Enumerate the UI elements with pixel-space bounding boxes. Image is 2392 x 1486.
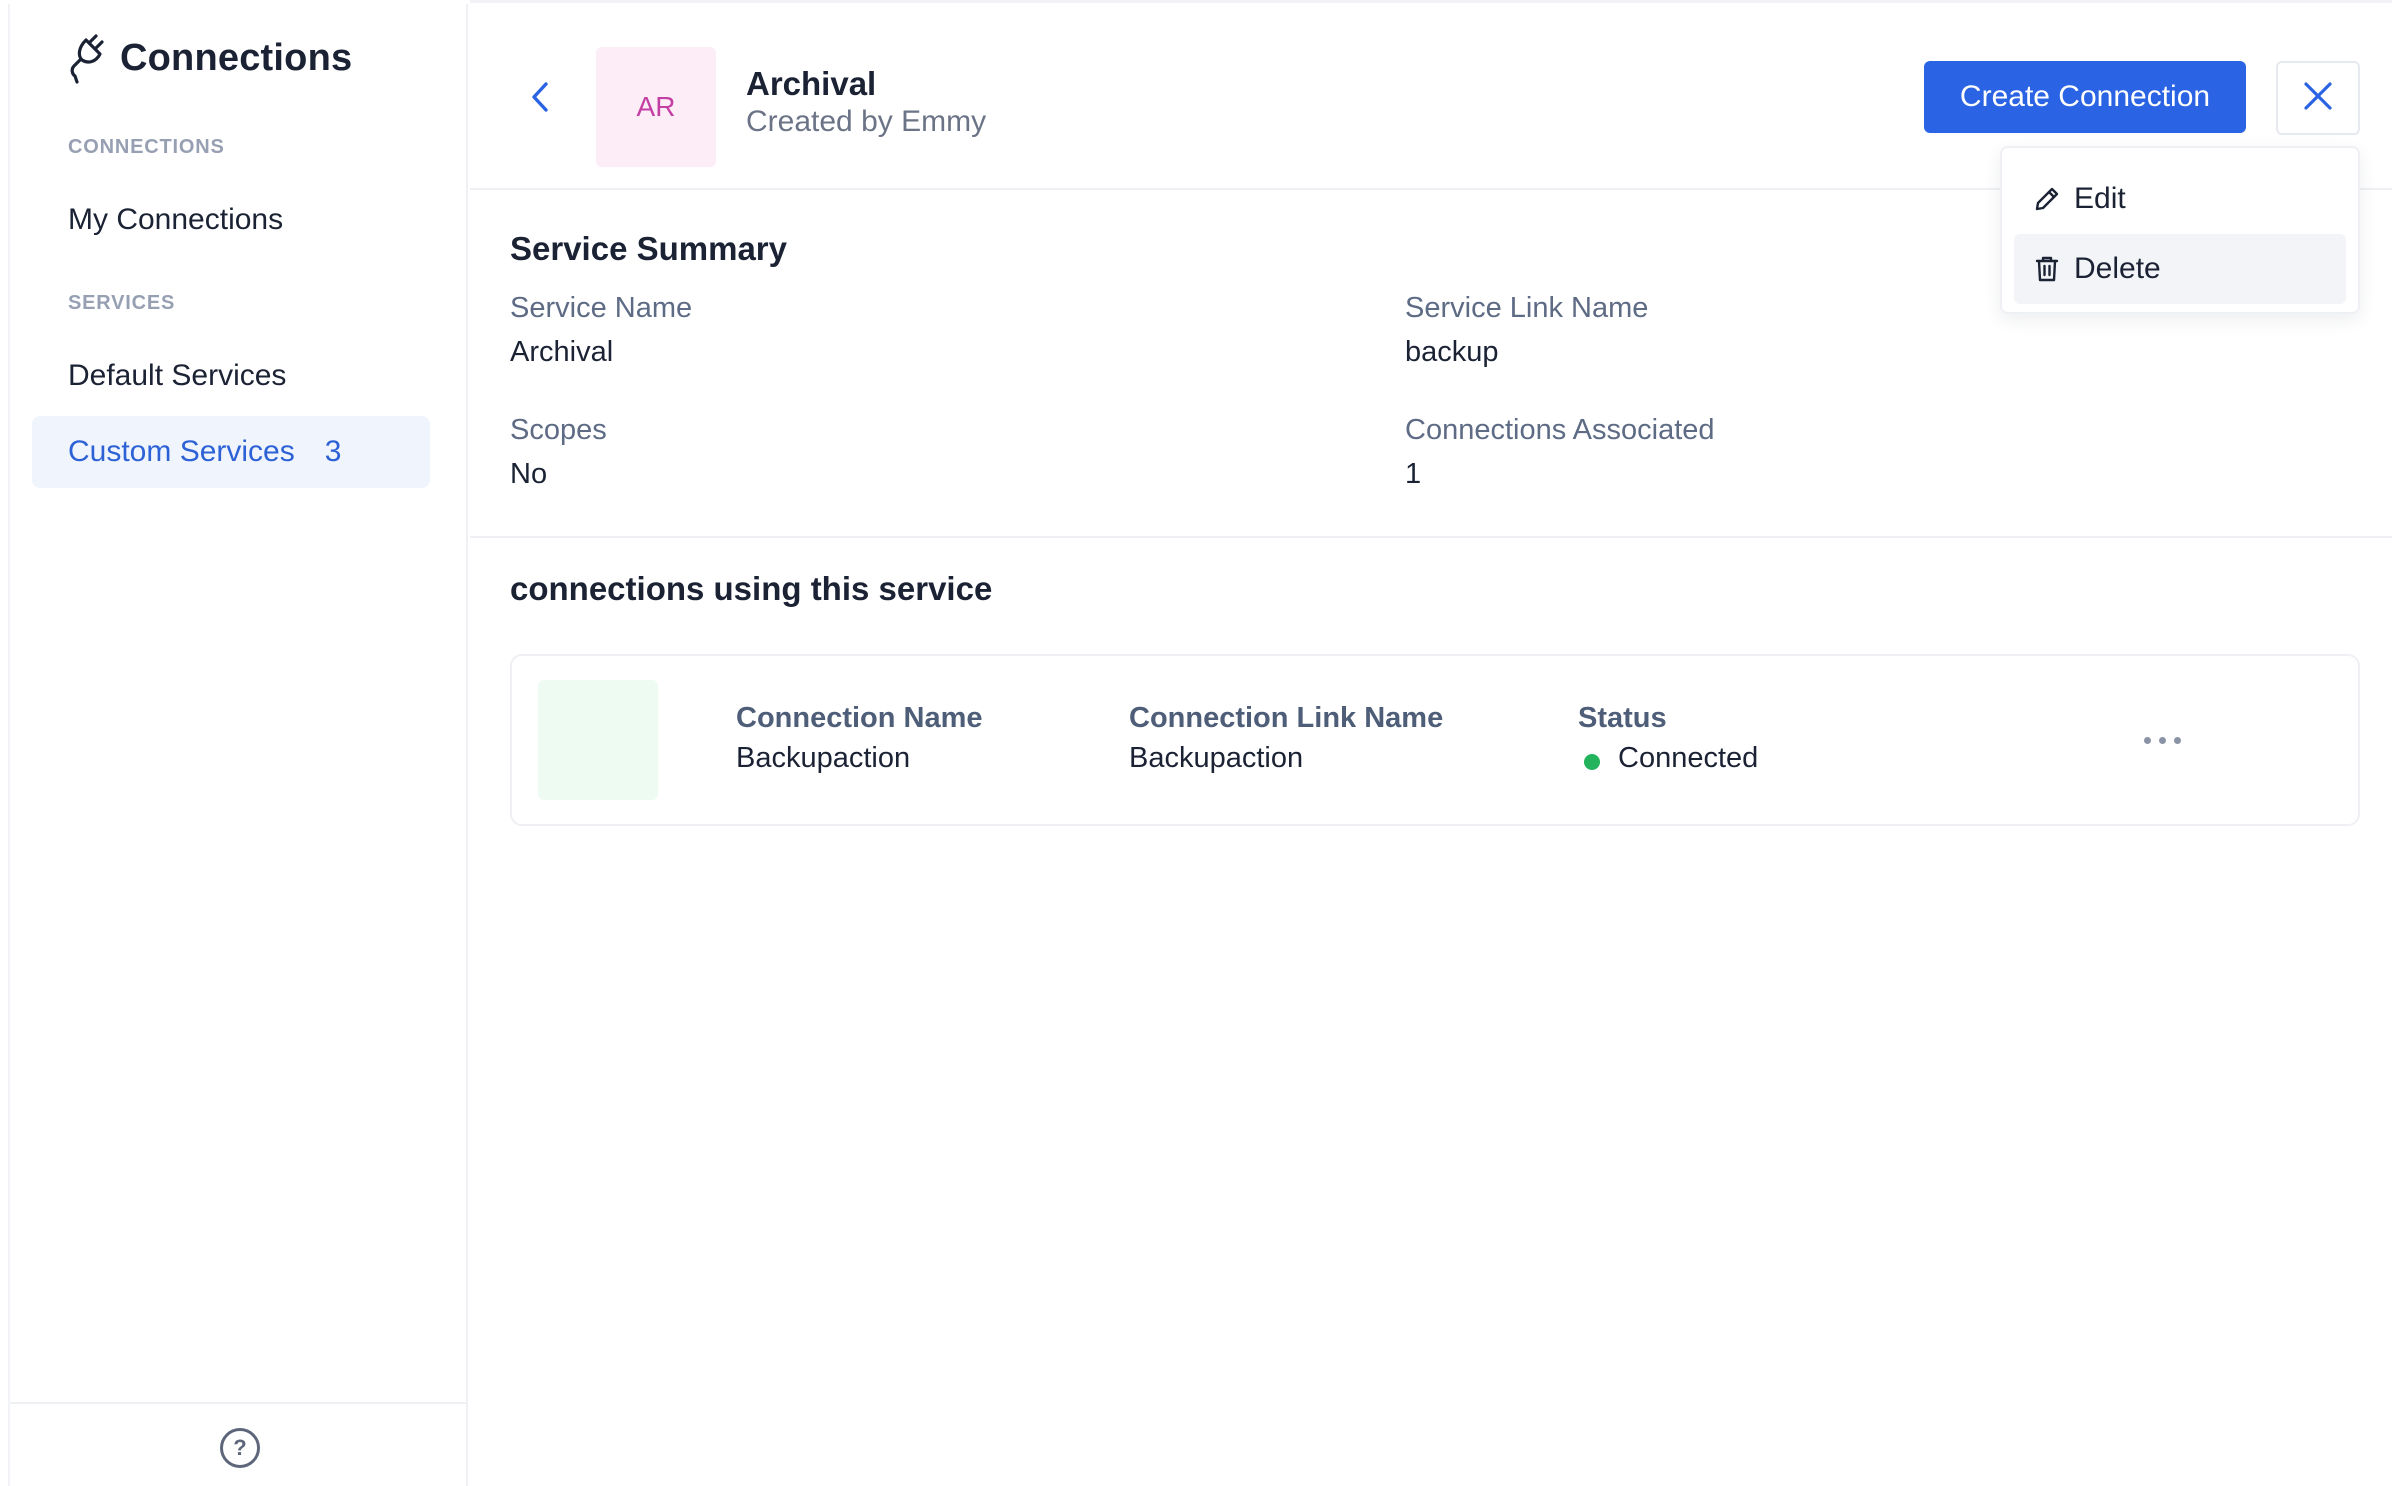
sidebar-header: Connections [66, 28, 352, 88]
connection-status: Connected [1618, 742, 1759, 774]
close-icon [2303, 81, 2333, 116]
more-options-button[interactable] [2132, 720, 2192, 760]
column-label-connection-link-name: Connection Link Name [1129, 702, 1444, 734]
field-label-scopes: Scopes [510, 414, 607, 446]
sidebar-footer: ? [10, 1402, 468, 1486]
close-button[interactable] [2276, 61, 2360, 135]
app-root: Connections CONNECTIONS My Connections S… [0, 0, 2392, 1486]
connection-link-name: Backupaction [1129, 742, 1304, 774]
create-connection-button[interactable]: Create Connection [1924, 61, 2246, 133]
menu-item-label: Delete [2074, 252, 2161, 285]
sidebar-item-label: Default Services [68, 359, 287, 392]
connections-section-title: connections using this service [510, 570, 993, 607]
field-label-service-link-name: Service Link Name [1405, 292, 1649, 324]
sidebar: Connections CONNECTIONS My Connections S… [8, 4, 468, 1486]
column-label-connection-name: Connection Name [736, 702, 983, 734]
sidebar-item-default-services[interactable]: Default Services [32, 340, 430, 412]
status-dot-icon [1584, 754, 1600, 770]
pencil-icon [2032, 184, 2062, 214]
sidebar-item-my-connections[interactable]: My Connections [32, 184, 430, 256]
service-summary-title: Service Summary [510, 230, 788, 267]
field-label-connections-associated: Connections Associated [1405, 414, 1715, 446]
field-value-service-name: Archival [510, 336, 614, 368]
connection-name: Backupaction [736, 742, 911, 774]
custom-services-count-badge: 3 [324, 435, 342, 468]
connection-card[interactable]: Connection Name Backupaction Connection … [510, 654, 2360, 826]
section-label-connections: CONNECTIONS [68, 136, 225, 158]
sidebar-item-label: My Connections [68, 203, 284, 236]
menu-item-delete[interactable]: Delete [2014, 234, 2346, 304]
dot-icon [2173, 736, 2181, 744]
plug-icon [66, 31, 110, 85]
dot-icon [2143, 736, 2151, 744]
column-label-status: Status [1578, 702, 1667, 734]
dot-icon [2158, 736, 2166, 744]
service-avatar: AR [596, 47, 716, 167]
field-value-connections-associated: 1 [1405, 458, 1422, 490]
back-button[interactable] [522, 77, 558, 121]
app-title: Connections [120, 36, 353, 79]
help-icon[interactable]: ? [220, 1428, 260, 1468]
field-value-scopes: No [510, 458, 548, 490]
field-label-service-name: Service Name [510, 292, 693, 324]
service-created-by: Created by Emmy [746, 105, 987, 138]
sidebar-item-label: Custom Services [68, 435, 295, 468]
chevron-left-icon [530, 80, 550, 119]
menu-item-label: Edit [2074, 182, 2126, 215]
trash-icon [2032, 254, 2062, 284]
section-label-services: SERVICES [68, 292, 176, 314]
service-actions-menu: Edit Delete [2000, 146, 2360, 314]
connection-thumbnail [538, 680, 658, 800]
menu-item-edit[interactable]: Edit [2014, 164, 2346, 234]
main-panel: AR Archival Created by Emmy Create Conne… [470, 0, 2392, 1486]
field-value-service-link-name: backup [1405, 336, 1499, 368]
sidebar-item-custom-services[interactable]: Custom Services 3 [32, 416, 430, 488]
service-title: Archival [746, 65, 877, 102]
